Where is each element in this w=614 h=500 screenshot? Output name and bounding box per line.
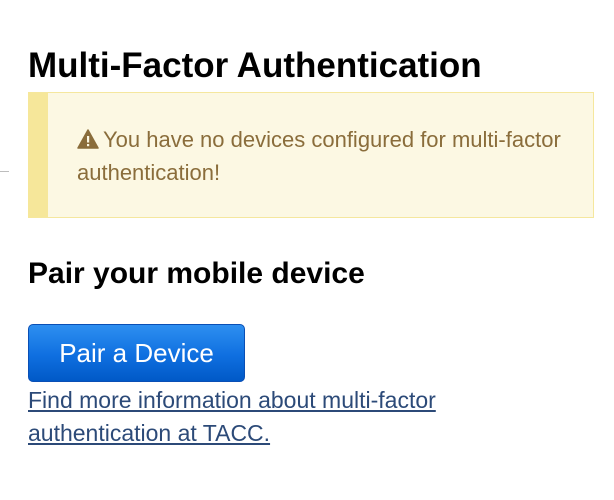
page-title: Multi-Factor Authentication [28,46,482,85]
mfa-info-link[interactable]: Find more information about multi-factor… [28,384,498,450]
warning-icon [77,129,99,149]
no-devices-alert: You have no devices configured for multi… [28,92,594,218]
alert-body: You have no devices configured for multi… [77,123,567,189]
pair-device-button[interactable]: Pair a Device [28,324,245,382]
edge-divider [0,171,9,172]
mfa-page: Multi-Factor Authentication You have no … [0,0,614,500]
alert-message: You have no devices configured for multi… [77,127,561,185]
pair-device-heading: Pair your mobile device [28,257,365,290]
